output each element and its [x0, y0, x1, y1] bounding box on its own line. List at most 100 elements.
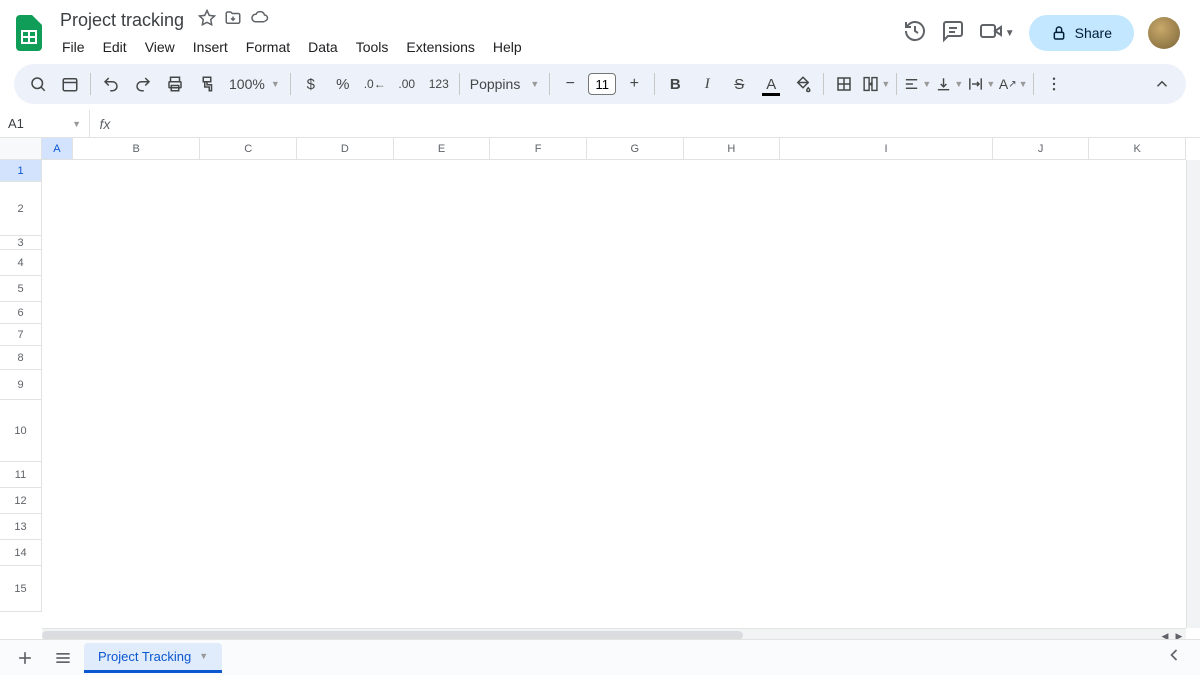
font-size-input[interactable]: [588, 73, 616, 95]
row-header-1[interactable]: 1: [0, 160, 42, 182]
column-header-I[interactable]: I: [780, 138, 993, 159]
font-dropdown[interactable]: Poppins▼: [466, 76, 544, 92]
vertical-scrollbar[interactable]: [1186, 160, 1200, 628]
menu-data[interactable]: Data: [300, 35, 346, 59]
borders-icon[interactable]: [830, 70, 858, 98]
sheet-tab-label: Project Tracking: [98, 649, 191, 664]
explore-button[interactable]: [1164, 645, 1192, 670]
column-header-B[interactable]: B: [73, 138, 201, 159]
zoom-value: 100%: [229, 76, 265, 92]
font-name: Poppins: [470, 76, 521, 92]
text-rotation-icon[interactable]: A↗▼: [999, 70, 1027, 98]
column-header-A[interactable]: A: [42, 138, 73, 159]
row-header-3[interactable]: 3: [0, 236, 42, 250]
sheets-icon: [16, 15, 42, 51]
row-header-7[interactable]: 7: [0, 324, 42, 346]
row-header-15[interactable]: 15: [0, 566, 42, 612]
document-title[interactable]: Project tracking: [54, 8, 190, 33]
calendar-icon[interactable]: [56, 70, 84, 98]
increase-decimal-icon[interactable]: .00: [393, 70, 421, 98]
italic-icon[interactable]: I: [693, 70, 721, 98]
menu-insert[interactable]: Insert: [185, 35, 236, 59]
text-color-icon[interactable]: A: [757, 70, 785, 98]
row-header-5[interactable]: 5: [0, 276, 42, 302]
column-header-C[interactable]: C: [200, 138, 297, 159]
column-headers[interactable]: ABCDEFGHIJK: [42, 138, 1186, 160]
meet-icon[interactable]: [979, 19, 1003, 48]
more-formats-icon[interactable]: 123: [425, 70, 453, 98]
menu-edit[interactable]: Edit: [95, 35, 135, 59]
currency-icon[interactable]: $: [297, 70, 325, 98]
name-box-value: A1: [8, 116, 24, 131]
sheet-tab-active[interactable]: Project Tracking ▼: [84, 643, 222, 673]
row-header-12[interactable]: 12: [0, 488, 42, 514]
formula-input[interactable]: [120, 116, 1200, 131]
add-sheet-button[interactable]: [8, 643, 42, 673]
chevron-down-icon[interactable]: ▼: [199, 651, 208, 661]
row-header-14[interactable]: 14: [0, 540, 42, 566]
lock-icon: [1051, 25, 1067, 41]
app-header: Project tracking File Edit View Insert F…: [0, 0, 1200, 58]
chevron-down-icon[interactable]: ▼: [1005, 28, 1015, 39]
search-icon[interactable]: [24, 70, 52, 98]
all-sheets-button[interactable]: [46, 643, 80, 673]
history-icon[interactable]: [903, 19, 927, 48]
redo-icon[interactable]: [129, 70, 157, 98]
merge-cells-icon[interactable]: ▼: [862, 70, 890, 98]
vertical-align-icon[interactable]: ▼: [935, 70, 963, 98]
column-header-J[interactable]: J: [993, 138, 1090, 159]
row-headers[interactable]: 123456789101112131415: [0, 160, 42, 612]
menu-help[interactable]: Help: [485, 35, 530, 59]
undo-icon[interactable]: [97, 70, 125, 98]
row-header-9[interactable]: 9: [0, 370, 42, 400]
comments-icon[interactable]: [941, 19, 965, 48]
formula-bar: A1▼ fx: [0, 110, 1200, 138]
column-header-E[interactable]: E: [394, 138, 491, 159]
toolbar: 100%▼ $ % .0← .00 123 Poppins▼ − + B I S…: [14, 64, 1186, 104]
menu-tools[interactable]: Tools: [348, 35, 397, 59]
decrease-font-icon[interactable]: −: [556, 70, 584, 98]
fill-color-icon[interactable]: [789, 70, 817, 98]
print-icon[interactable]: [161, 70, 189, 98]
select-all-corner[interactable]: [0, 138, 42, 160]
sheets-logo[interactable]: [14, 13, 44, 53]
spreadsheet-grid[interactable]: ABCDEFGHIJK 123456789101112131415 PROJEC…: [0, 138, 1200, 678]
fx-icon: fx: [90, 116, 120, 132]
move-icon[interactable]: [224, 9, 242, 32]
more-icon[interactable]: [1040, 70, 1068, 98]
menu-extensions[interactable]: Extensions: [398, 35, 482, 59]
row-header-4[interactable]: 4: [0, 250, 42, 276]
row-header-11[interactable]: 11: [0, 462, 42, 488]
strikethrough-icon[interactable]: S: [725, 70, 753, 98]
share-label: Share: [1075, 25, 1112, 41]
column-header-H[interactable]: H: [684, 138, 781, 159]
cloud-status-icon[interactable]: [250, 9, 270, 32]
row-header-10[interactable]: 10: [0, 400, 42, 462]
row-header-2[interactable]: 2: [0, 182, 42, 236]
increase-font-icon[interactable]: +: [620, 70, 648, 98]
column-header-K[interactable]: K: [1089, 138, 1186, 159]
column-header-F[interactable]: F: [490, 138, 587, 159]
menu-file[interactable]: File: [54, 35, 93, 59]
collapse-toolbar-icon[interactable]: [1148, 70, 1176, 98]
horizontal-align-icon[interactable]: ▼: [903, 70, 931, 98]
star-icon[interactable]: [198, 9, 216, 32]
text-wrap-icon[interactable]: ▼: [967, 70, 995, 98]
column-header-D[interactable]: D: [297, 138, 394, 159]
column-header-G[interactable]: G: [587, 138, 684, 159]
row-header-13[interactable]: 13: [0, 514, 42, 540]
paint-format-icon[interactable]: [193, 70, 221, 98]
name-box[interactable]: A1▼: [0, 110, 90, 137]
user-avatar[interactable]: [1148, 17, 1180, 49]
zoom-dropdown[interactable]: 100%▼: [225, 76, 284, 92]
sheet-tabs-bar: Project Tracking ▼: [0, 639, 1200, 675]
menu-view[interactable]: View: [137, 35, 183, 59]
menu-format[interactable]: Format: [238, 35, 298, 59]
decrease-decimal-icon[interactable]: .0←: [361, 70, 389, 98]
row-header-8[interactable]: 8: [0, 346, 42, 370]
share-button[interactable]: Share: [1029, 15, 1134, 51]
percent-icon[interactable]: %: [329, 70, 357, 98]
bold-icon[interactable]: B: [661, 70, 689, 98]
row-header-6[interactable]: 6: [0, 302, 42, 324]
menu-bar: File Edit View Insert Format Data Tools …: [54, 35, 903, 59]
